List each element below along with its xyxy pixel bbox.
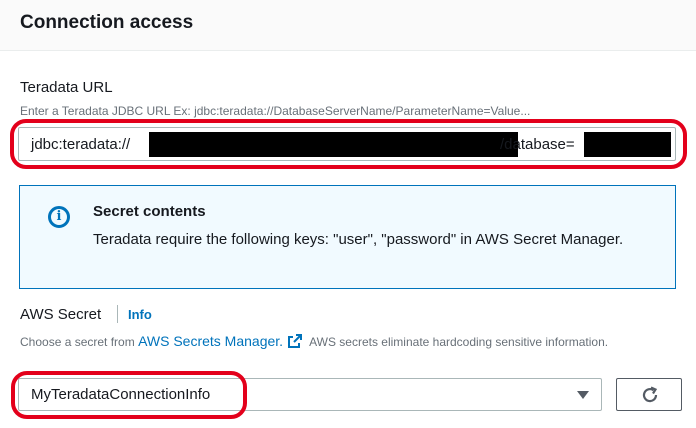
caret-down-icon	[577, 391, 589, 399]
teradata-url-input[interactable]: jdbc:teradata:// /database=	[18, 127, 676, 161]
aws-secret-description-prefix: Choose a secret from	[20, 335, 135, 349]
redacted-server-name	[149, 132, 518, 157]
panel-title: Connection access	[20, 12, 194, 33]
redacted-database-name	[584, 132, 671, 157]
secret-contents-alert: i Secret contents Teradata require the f…	[19, 185, 676, 289]
panel-header: Connection access	[0, 0, 696, 51]
secret-contents-body: Teradata require the following keys: "us…	[93, 231, 624, 248]
url-prefix-text: jdbc:teradata://	[31, 136, 131, 153]
aws-secret-description: Choose a secret from AWS Secrets Manager…	[20, 333, 660, 350]
secrets-manager-link[interactable]: AWS Secrets Manager.	[138, 333, 283, 349]
aws-secret-selected-value: MyTeradataConnectionInfo	[31, 386, 211, 403]
refresh-button[interactable]	[616, 378, 682, 411]
external-link-icon	[288, 334, 303, 348]
refresh-icon	[642, 386, 658, 403]
info-icon: i	[48, 206, 70, 228]
aws-secret-label: AWS Secret	[20, 306, 102, 323]
teradata-url-description: Enter a Teradata JDBC URL Ex: jdbc:terad…	[20, 104, 531, 118]
aws-secret-description-suffix: AWS secrets eliminate hardcoding sensiti…	[309, 335, 609, 349]
connection-access-panel: Connection access Teradata URL Enter a T…	[0, 0, 696, 428]
label-divider	[117, 305, 118, 323]
secret-contents-title: Secret contents	[93, 203, 206, 220]
url-database-text: /database=	[500, 136, 575, 153]
aws-secret-select[interactable]: MyTeradataConnectionInfo	[18, 378, 602, 411]
aws-secret-info-link[interactable]: Info	[128, 307, 152, 322]
teradata-url-label: Teradata URL	[20, 79, 113, 96]
